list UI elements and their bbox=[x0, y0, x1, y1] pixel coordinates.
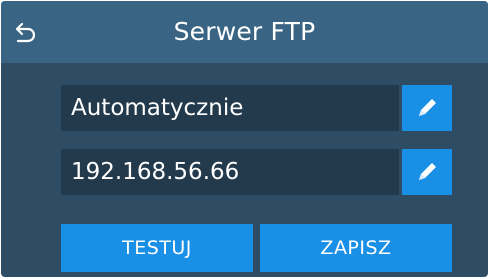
header-bar: Serwer FTP bbox=[1, 1, 488, 63]
back-arrow-icon bbox=[15, 22, 36, 43]
save-button[interactable]: ZAPISZ bbox=[260, 224, 452, 272]
pencil-icon bbox=[419, 99, 436, 116]
ftp-server-screen: Serwer FTP Automatycznie 192.168.56.66 T… bbox=[1, 1, 488, 277]
page-title: Serwer FTP bbox=[173, 17, 316, 46]
edit-ip-address-button[interactable] bbox=[402, 149, 452, 195]
pencil-icon bbox=[419, 163, 436, 180]
ip-address-field: 192.168.56.66 bbox=[61, 149, 399, 195]
edit-mode-button[interactable] bbox=[402, 85, 452, 131]
test-button[interactable]: TESTUJ bbox=[61, 224, 253, 272]
mode-field: Automatycznie bbox=[61, 85, 399, 131]
back-button[interactable] bbox=[7, 13, 43, 49]
